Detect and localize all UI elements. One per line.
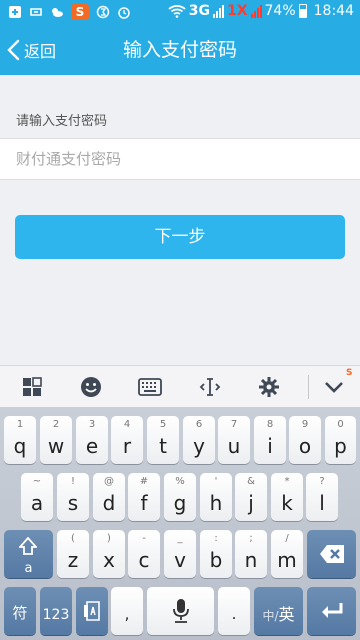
- microphone-icon: [173, 599, 189, 623]
- key-y[interactable]: 6y: [183, 416, 215, 464]
- shift-key[interactable]: a: [4, 530, 53, 578]
- key-f[interactable]: # f: [128, 473, 160, 521]
- password-section-label: 请输入支付密码: [16, 114, 108, 129]
- number-key[interactable]: 123: [40, 587, 72, 635]
- next-step-button[interactable]: 下一步: [15, 215, 345, 259]
- enter-arrow-icon: [322, 603, 343, 618]
- sogou-icon: S: [71, 4, 89, 20]
- chevron-left-icon: [7, 39, 20, 61]
- usb-icon: [30, 8, 42, 16]
- grid-icon[interactable]: [19, 374, 45, 400]
- network-1x-label: 1X: [226, 3, 248, 19]
- key-b[interactable]: :b: [200, 530, 232, 578]
- key-s[interactable]: ! s: [57, 473, 89, 521]
- enter-key[interactable]: [307, 587, 356, 635]
- key-q[interactable]: 1q: [4, 416, 36, 464]
- gear-icon[interactable]: [256, 374, 282, 400]
- key-n[interactable]: ; n: [235, 530, 267, 578]
- key-h[interactable]: ' h: [200, 473, 232, 521]
- key-i[interactable]: 8i: [254, 416, 286, 464]
- password-field-container: [0, 138, 360, 180]
- keyboard-icon[interactable]: [137, 374, 163, 400]
- key-o[interactable]: 9o: [289, 416, 321, 464]
- collapse-icon[interactable]: [321, 374, 347, 400]
- key-e[interactable]: 3e: [76, 416, 108, 464]
- back-label: 返回: [24, 42, 57, 61]
- battery-percent: 74%: [264, 3, 296, 19]
- emoji-icon[interactable]: [78, 374, 104, 400]
- backspace-icon: [320, 545, 344, 563]
- handwriting-icon: [84, 601, 100, 621]
- language-switch-label: 中/英: [262, 605, 295, 624]
- language-switch-key[interactable]: 中/英: [254, 587, 303, 635]
- toolbar-divider: [308, 375, 309, 399]
- clock-time: 18:44: [313, 3, 354, 19]
- key-r[interactable]: 4r: [111, 416, 143, 464]
- key-u[interactable]: 7u: [218, 416, 250, 464]
- cursor-icon[interactable]: [197, 374, 223, 400]
- key-k[interactable]: * k: [271, 473, 303, 521]
- shift-label: a: [24, 561, 33, 576]
- wifi-icon: [168, 5, 186, 18]
- back-button[interactable]: 返回: [6, 25, 56, 75]
- key-c[interactable]: -c: [128, 530, 160, 578]
- key-v[interactable]: _ v: [164, 530, 196, 578]
- battery-icon: [298, 4, 307, 18]
- key-g[interactable]: % g: [164, 473, 196, 521]
- soft-keyboard: 1q 2w 3e 4r 5t 6y 7u 8i 9o 0p ~ a ! s @ d #…: [0, 407, 360, 640]
- title-bar: 输入支付密码 返回: [0, 25, 360, 75]
- key-l[interactable]: ? l: [306, 473, 338, 521]
- period-key[interactable]: .: [218, 587, 250, 635]
- sogou-mini-icon: S: [346, 368, 353, 378]
- backspace-key[interactable]: [307, 530, 356, 578]
- key-m[interactable]: / m: [271, 530, 303, 578]
- space-voice-key[interactable]: [147, 587, 214, 635]
- key-t[interactable]: 5t: [147, 416, 179, 464]
- network-3g-label: 3G: [188, 3, 210, 19]
- signal-icon-secondary: [250, 4, 262, 18]
- weather-icon: [52, 8, 63, 17]
- key-j[interactable]: & j: [235, 473, 267, 521]
- key-a[interactable]: ~ a: [21, 473, 53, 521]
- key-d[interactable]: @ d: [93, 473, 125, 521]
- key-x[interactable]: ) x: [93, 530, 125, 578]
- key-z[interactable]: (z: [57, 530, 89, 578]
- symbol-key[interactable]: 符: [4, 587, 36, 635]
- status-bar: S 3G 1X 74% 18:44: [0, 0, 360, 25]
- signal-icon: [212, 4, 224, 18]
- notification-icon: [96, 5, 110, 19]
- password-input[interactable]: [0, 139, 360, 179]
- handwriting-key[interactable]: [76, 587, 108, 635]
- shift-arrow-icon: [19, 537, 37, 555]
- key-p[interactable]: 0p: [325, 416, 356, 464]
- keyboard-toolbar: S: [0, 365, 360, 407]
- plus-square-icon: [9, 6, 21, 18]
- comma-key[interactable]: ,: [111, 587, 143, 635]
- alarm-icon: [118, 7, 130, 19]
- key-w[interactable]: 2w: [40, 416, 72, 464]
